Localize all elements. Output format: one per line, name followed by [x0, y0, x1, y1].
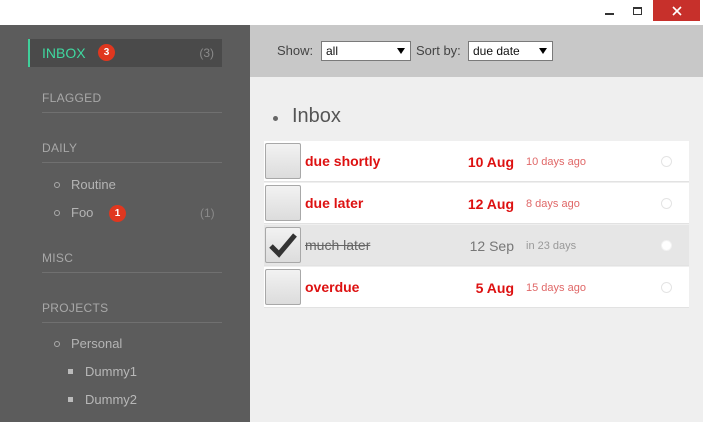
page-title: Inbox: [292, 105, 341, 127]
close-icon: [671, 5, 682, 16]
task-checkbox[interactable]: [265, 227, 301, 263]
sidebar: INBOX 3 (3) FLAGGED DAILY Routine Foo 1 …: [0, 25, 250, 422]
sidebar-item-label: Personal: [71, 336, 123, 351]
sidebar-section-projects[interactable]: PROJECTS: [42, 299, 222, 323]
square-bullet-icon: [68, 369, 73, 374]
unread-badge: 1: [109, 205, 126, 222]
close-button[interactable]: [653, 0, 700, 21]
sidebar-section-flagged[interactable]: FLAGGED: [42, 89, 222, 113]
task-relative-date: 10 days ago: [526, 156, 586, 168]
task-title[interactable]: much later: [305, 237, 370, 253]
bullet-icon: [54, 210, 60, 216]
task-checkbox[interactable]: [265, 269, 301, 305]
title-bar: [0, 0, 703, 25]
task-due-date: 12 Sep: [469, 238, 514, 254]
flag-circle-icon[interactable]: [661, 282, 672, 293]
task-due-date: 12 Aug: [467, 196, 514, 212]
section-label: PROJECTS: [42, 301, 109, 315]
task-row[interactable]: due shortly 10 Aug 10 days ago: [264, 141, 689, 182]
flag-circle-icon[interactable]: [661, 156, 672, 167]
sidebar-item-inbox[interactable]: INBOX 3 (3): [28, 39, 222, 67]
checkmark-icon: [269, 233, 297, 258]
sidebar-item-label: Routine: [71, 177, 116, 192]
unread-badge: 3: [98, 44, 115, 61]
main-panel: Show: all Sort by: due date Inbox due sh…: [250, 25, 703, 422]
show-label: Show:: [277, 43, 314, 58]
filter-toolbar: Show: all Sort by: due date: [250, 25, 703, 77]
bullet-icon: [273, 116, 278, 121]
task-relative-date: in 23 days: [526, 240, 577, 252]
sidebar-section-daily[interactable]: DAILY: [42, 139, 222, 163]
bullet-icon: [54, 341, 60, 347]
bullet-icon: [54, 182, 60, 188]
maximize-icon: [633, 6, 642, 15]
task-row[interactable]: overdue 5 Aug 15 days ago: [264, 267, 689, 308]
item-count: (3): [199, 46, 214, 60]
task-row[interactable]: much later 12 Sep in 23 days: [264, 225, 689, 266]
flag-circle-icon[interactable]: [661, 198, 672, 209]
sidebar-item-label: Dummy1: [85, 364, 138, 379]
task-title[interactable]: due later: [305, 195, 363, 211]
sidebar-item-foo[interactable]: Foo 1 (1): [54, 204, 222, 224]
sort-select-value: due date: [473, 44, 520, 58]
task-relative-date: 8 days ago: [526, 198, 580, 210]
sort-select[interactable]: due date: [468, 41, 553, 61]
item-count: (1): [200, 206, 215, 220]
task-title[interactable]: overdue: [305, 279, 359, 295]
sidebar-item-label: Foo: [71, 205, 94, 220]
minimize-icon: [605, 12, 614, 15]
task-due-date: 5 Aug: [475, 280, 514, 296]
task-checkbox[interactable]: [265, 143, 301, 179]
task-row[interactable]: due later 12 Aug 8 days ago: [264, 183, 689, 224]
flag-circle-icon[interactable]: [661, 240, 672, 251]
minimize-button[interactable]: [596, 0, 623, 21]
dropdown-arrow-icon: [539, 48, 547, 54]
show-select-value: all: [326, 44, 339, 58]
task-checkbox[interactable]: [265, 185, 301, 221]
sidebar-section-misc[interactable]: MISC: [42, 249, 222, 273]
section-label: DAILY: [42, 141, 78, 155]
maximize-button[interactable]: [624, 0, 651, 21]
task-relative-date: 15 days ago: [526, 282, 586, 294]
sort-label: Sort by:: [416, 43, 461, 58]
square-bullet-icon: [68, 397, 73, 402]
sidebar-item-label: Dummy2: [85, 392, 138, 407]
show-select[interactable]: all: [321, 41, 411, 61]
section-label: FLAGGED: [42, 91, 102, 105]
dropdown-arrow-icon: [397, 48, 405, 54]
sidebar-item-label: INBOX: [42, 45, 86, 61]
task-title[interactable]: due shortly: [305, 153, 380, 169]
section-label: MISC: [42, 251, 74, 265]
task-due-date: 10 Aug: [467, 154, 514, 170]
